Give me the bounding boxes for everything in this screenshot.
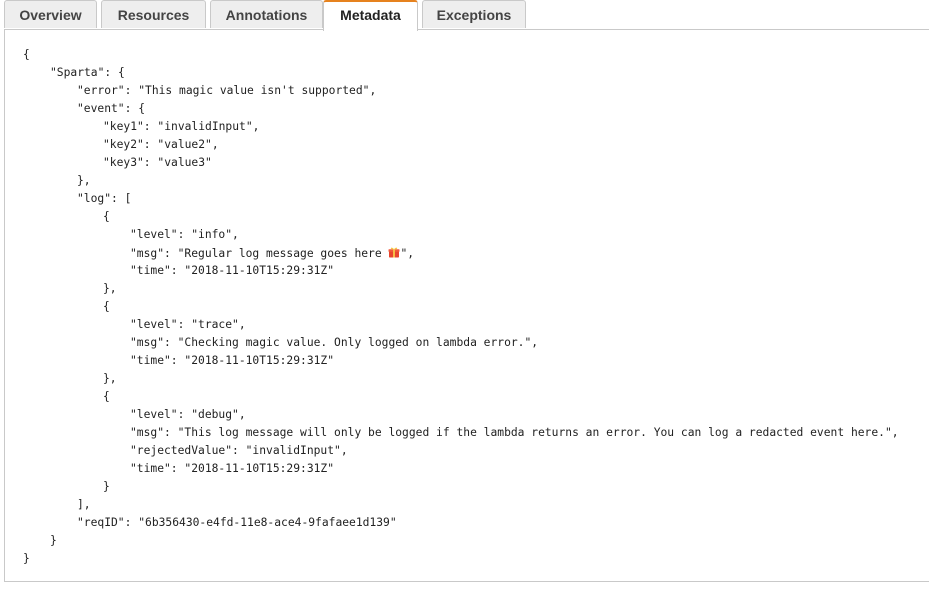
tab-bar: Overview Resources Annotations Metadata … xyxy=(4,0,929,31)
json-line: "key2": "value2", xyxy=(103,138,219,151)
json-line: "error": "This magic value isn't support… xyxy=(77,84,377,97)
json-line: { xyxy=(23,48,30,61)
json-line: "reqID": "6b356430-e4fd-11e8-ace4-9fafae… xyxy=(77,516,397,529)
json-line: "rejectedValue": "invalidInput", xyxy=(130,444,348,457)
json-line: }, xyxy=(103,372,117,385)
metadata-json-view: { "Sparta": { "error": "This magic value… xyxy=(5,30,929,581)
json-line: { xyxy=(103,390,110,403)
tab-metadata[interactable]: Metadata xyxy=(323,0,418,31)
json-line: "Sparta": { xyxy=(50,66,125,79)
json-line: "msg": "Regular log message goes here ", xyxy=(130,246,414,260)
json-line: } xyxy=(23,552,30,565)
json-line: "time": "2018-11-10T15:29:31Z" xyxy=(130,354,335,367)
gift-icon xyxy=(388,246,400,258)
json-line: "event": { xyxy=(77,102,146,115)
json-line: }, xyxy=(103,282,117,295)
tab-overview[interactable]: Overview xyxy=(4,0,97,28)
json-line: "msg": "Checking magic value. Only logge… xyxy=(130,336,539,349)
tab-resources[interactable]: Resources xyxy=(101,0,206,28)
json-text: "msg": "Regular log message goes here xyxy=(130,247,389,260)
json-line: "log": [ xyxy=(77,192,132,205)
json-line: "time": "2018-11-10T15:29:31Z" xyxy=(130,462,335,475)
json-line: { xyxy=(103,300,110,313)
tab-annotations[interactable]: Annotations xyxy=(210,0,323,28)
json-line: "time": "2018-11-10T15:29:31Z" xyxy=(130,264,335,277)
tab-exceptions[interactable]: Exceptions xyxy=(422,0,526,28)
json-line: "key1": "invalidInput", xyxy=(103,120,260,133)
json-line: }, xyxy=(77,174,91,187)
json-line: "msg": "This log message will only be lo… xyxy=(130,426,899,439)
json-line: "level": "debug", xyxy=(130,408,246,421)
json-line: } xyxy=(103,480,110,493)
json-line: "key3": "value3" xyxy=(103,156,212,169)
metadata-panel: { "Sparta": { "error": "This magic value… xyxy=(4,29,929,582)
json-line: } xyxy=(50,534,57,547)
json-line: "level": "info", xyxy=(130,228,239,241)
json-line: "level": "trace", xyxy=(130,318,246,331)
json-text: ", xyxy=(400,247,415,260)
json-line: { xyxy=(103,210,110,223)
json-line: ], xyxy=(77,498,91,511)
